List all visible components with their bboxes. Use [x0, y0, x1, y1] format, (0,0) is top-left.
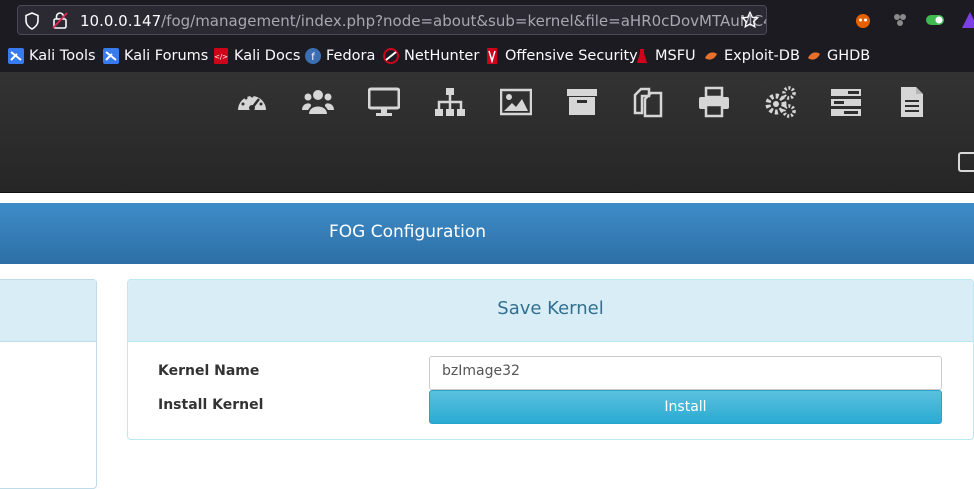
bookmark-ghdb[interactable]: GHDB	[806, 47, 870, 65]
bookmark-label: Kali Forums	[124, 48, 209, 64]
fedora-icon: f	[305, 48, 321, 64]
bookmark-label: Fedora	[326, 48, 376, 64]
bookmark-star-icon[interactable]	[740, 10, 760, 33]
svg-text:f: f	[311, 52, 315, 63]
bookmark-label: Offensive Security	[505, 48, 638, 64]
bookmark-label: Kali Docs	[234, 48, 301, 64]
lock-warning-icon[interactable]	[52, 11, 68, 33]
install-kernel-label: Install Kernel	[158, 397, 264, 413]
bookmark-label: MSFU	[655, 48, 696, 64]
bookmark-exploit-db[interactable]: Exploit-DB	[703, 47, 800, 65]
bookmark-nethunter[interactable]: NetHunter	[383, 47, 479, 65]
offsec-icon	[484, 48, 500, 64]
printers-icon[interactable]	[698, 86, 730, 118]
url-text: 10.0.0.147/fog/management/index.php?node…	[80, 12, 767, 30]
logout-icon[interactable]	[958, 152, 974, 172]
panel-heading: Save Kernel	[128, 280, 973, 342]
address-bar[interactable]: 10.0.0.147/fog/management/index.php?node…	[17, 5, 767, 35]
side-menu-heading	[0, 280, 96, 342]
kali-docs-icon: </>	[213, 48, 229, 64]
hosts-icon[interactable]	[367, 86, 401, 118]
save-kernel-panel: Save Kernel Kernel Name bzImage32 Instal…	[127, 279, 974, 440]
kernel-name-input[interactable]: bzImage32	[429, 356, 942, 390]
bookmark-label: GHDB	[827, 48, 871, 64]
extension-purple-icon[interactable]	[960, 10, 974, 30]
panel-title: Save Kernel	[497, 298, 604, 319]
extension-toggle-icon[interactable]	[924, 10, 944, 30]
bookmark-kali-forums[interactable]: Kali Forums	[103, 47, 208, 65]
service-config-icon[interactable]	[764, 86, 796, 118]
msfu-icon	[634, 48, 650, 64]
bookmark-label: NetHunter	[404, 48, 480, 64]
kali-icon	[8, 48, 24, 64]
bookmark-label: Exploit-DB	[724, 48, 800, 64]
fog-header	[0, 72, 974, 193]
extension-fox-icon[interactable]	[853, 10, 873, 30]
bookmarks-toolbar: Kali Tools Kali Forums </> Kali Docs f F…	[0, 40, 974, 72]
section-title-bar: FOG Configuration	[0, 203, 974, 264]
extension-puzzle-icon[interactable]	[890, 10, 910, 30]
bookmark-offensive-security[interactable]: Offensive Security	[484, 47, 638, 65]
shield-icon[interactable]	[24, 12, 40, 34]
storage-icon[interactable]	[566, 86, 598, 118]
bookmark-fedora[interactable]: f Fedora	[305, 47, 375, 65]
bookmark-kali-tools[interactable]: Kali Tools	[8, 47, 96, 65]
images-icon[interactable]	[499, 86, 533, 118]
section-title: FOG Configuration	[329, 222, 487, 242]
kernel-name-label: Kernel Name	[158, 363, 260, 379]
url-host: 10.0.0.147	[80, 12, 162, 30]
install-button[interactable]: Install	[429, 390, 942, 424]
side-menu-panel	[0, 279, 97, 489]
nethunter-icon	[383, 48, 399, 64]
bookmark-label: Kali Tools	[29, 48, 96, 64]
reports-icon[interactable]	[896, 86, 928, 118]
groups-icon[interactable]	[434, 86, 466, 118]
tasks-icon[interactable]	[830, 86, 862, 118]
users-icon[interactable]	[302, 86, 334, 118]
bookmark-kali-docs[interactable]: </> Kali Docs	[213, 47, 300, 65]
snapins-icon[interactable]	[632, 86, 664, 118]
exploitdb-icon	[806, 48, 822, 64]
exploitdb-icon	[703, 48, 719, 64]
svg-text:</>: </>	[214, 53, 228, 61]
browser-toolbar: 10.0.0.147/fog/management/index.php?node…	[0, 0, 974, 40]
dashboard-icon[interactable]	[236, 86, 268, 118]
kali-icon	[103, 48, 119, 64]
bookmark-msfu[interactable]: MSFU	[634, 47, 696, 65]
url-path: /fog/management/index.php?node=about&sub…	[161, 12, 767, 30]
